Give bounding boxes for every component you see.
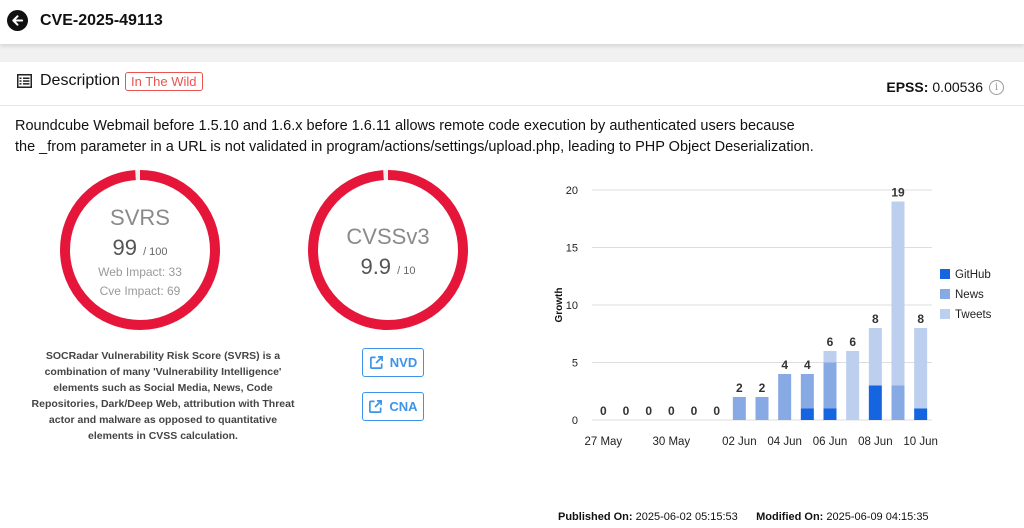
data-label: 4 — [781, 358, 788, 372]
y-tick-label: 15 — [566, 243, 578, 255]
info-icon[interactable]: i — [989, 79, 1004, 95]
bar-news — [732, 397, 746, 420]
description-text: Roundcube Webmail before 1.5.10 and 1.6.… — [15, 118, 814, 155]
arrow-left-icon — [12, 15, 24, 26]
cvss-value: 9.9 / 10 — [305, 254, 471, 280]
legend-swatch — [940, 309, 950, 319]
bar-github — [823, 408, 837, 420]
bar-news — [755, 397, 769, 420]
in-the-wild-badge: In The Wild — [125, 72, 203, 91]
data-label: 4 — [804, 358, 811, 372]
data-label: 8 — [917, 312, 924, 326]
list-icon — [17, 74, 32, 88]
legend-label: News — [955, 289, 984, 301]
data-label: 0 — [668, 404, 675, 418]
data-label: 2 — [736, 381, 743, 395]
data-label: 0 — [713, 404, 720, 418]
back-button[interactable] — [7, 10, 28, 31]
x-tick-label: 08 Jun — [858, 436, 893, 448]
x-tick-label: 30 May — [652, 436, 690, 448]
y-tick-label: 20 — [566, 185, 578, 197]
modified-label: Modified On: — [756, 511, 824, 523]
bar-github — [800, 408, 814, 420]
publish-info: Published On: 2025-06-02 05:15:53 Modifi… — [558, 511, 929, 523]
data-label: 0 — [623, 404, 630, 418]
x-tick-label: 06 Jun — [813, 436, 848, 448]
legend-swatch — [940, 289, 950, 299]
cve-impact: Cve Impact: 69 — [99, 284, 181, 298]
legend-label: GitHub — [955, 269, 991, 281]
cvss-ring — [308, 170, 468, 330]
published-date: 2025-06-02 05:15:53 — [635, 511, 738, 523]
y-tick-label: 5 — [572, 358, 578, 370]
web-impact: Web Impact: 33 — [98, 265, 182, 279]
svrs-score: 99 — [112, 235, 137, 260]
bar-tweets — [846, 351, 860, 420]
y-axis-label: Growth — [554, 288, 565, 323]
cvss-score: 9.9 — [360, 254, 392, 279]
legend-swatch — [940, 269, 950, 279]
bar-news — [800, 374, 814, 409]
svrs-name: SVRS — [110, 205, 170, 230]
bar-news — [778, 374, 792, 420]
epss-value: 0.00536 — [932, 79, 983, 95]
data-label: 6 — [827, 335, 834, 349]
nvd-link-button[interactable]: NVD — [362, 348, 424, 377]
bar-news — [823, 362, 837, 409]
cna-link-button[interactable]: CNA — [362, 392, 424, 421]
y-tick-label: 10 — [566, 300, 578, 312]
bar-tweets — [914, 328, 928, 409]
cvss-gauge: CVSSv3 9.9 / 10 — [305, 167, 471, 333]
data-label: 2 — [759, 381, 766, 395]
x-tick-label: 10 Jun — [903, 436, 938, 448]
bar-tweets — [868, 328, 882, 386]
description-card: Description In The Wild EPSS: 0.00536 i … — [0, 62, 1024, 528]
data-label: 0 — [645, 404, 652, 418]
modified-date: 2025-06-09 04:15:35 — [826, 511, 929, 523]
y-tick-label: 0 — [572, 415, 578, 427]
page-title: CVE-2025-49113 — [40, 12, 163, 29]
bar-tweets — [823, 351, 837, 363]
section-title: Description — [40, 72, 121, 89]
data-label: 19 — [891, 186, 905, 200]
bar-github — [868, 385, 882, 420]
published-label: Published On: — [558, 511, 633, 523]
bar-news — [891, 385, 905, 420]
card-header: Description In The Wild EPSS: 0.00536 i — [0, 62, 1024, 106]
svrs-value: 99 / 100 — [57, 235, 223, 261]
svrs-gauge: SVRS 99 / 100 Web Impact: 33 Cve Impact:… — [57, 167, 223, 333]
bar-tweets — [891, 201, 905, 386]
x-tick-label: 04 Jun — [767, 436, 802, 448]
legend-label: Tweets — [955, 309, 992, 321]
svrs-max: / 100 — [143, 246, 168, 258]
data-label: 0 — [600, 404, 607, 418]
svrs-description: SOCRadar Vulnerability Risk Score (SVRS)… — [31, 350, 295, 442]
x-tick-label: 02 Jun — [722, 436, 757, 448]
data-label: 8 — [872, 312, 879, 326]
cna-label: CNA — [389, 399, 418, 414]
bar-github — [914, 408, 928, 420]
top-bar: CVE-2025-49113 — [0, 0, 1024, 44]
data-label: 6 — [849, 335, 856, 349]
external-link-icon — [369, 356, 383, 369]
external-link-icon — [369, 400, 383, 413]
growth-chart: 0 5 10 15 20 Growth 0 27 May 0 0 0 30 May 0 0 2 02 Jun 2… — [554, 185, 992, 448]
data-label: 0 — [691, 404, 698, 418]
epss-score: EPSS: 0.00536 i — [886, 79, 1004, 95]
epss-label: EPSS: — [886, 79, 929, 95]
cvss-name: CVSSv3 — [346, 224, 430, 249]
x-tick-label: 27 May — [584, 436, 622, 448]
nvd-label: NVD — [389, 355, 418, 370]
cvss-max: / 10 — [397, 265, 416, 277]
